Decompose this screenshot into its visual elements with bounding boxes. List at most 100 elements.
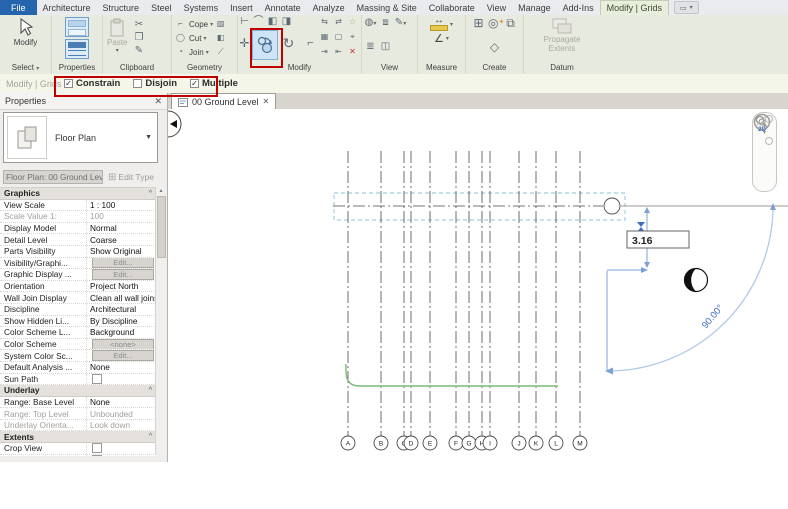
copy-to-clipboard-icon[interactable]: ❐ xyxy=(132,32,145,44)
green-model-line[interactable] xyxy=(346,364,558,386)
property-value[interactable]: Background xyxy=(86,327,156,338)
navbar-handle-icon[interactable] xyxy=(765,137,773,145)
measure-between-refs-button[interactable]: ↔ ▾ xyxy=(430,17,453,31)
close-icon[interactable]: ✕ xyxy=(154,96,162,107)
ribbon-tab-view[interactable]: View xyxy=(481,0,512,15)
ribbon-tab-collaborate[interactable]: Collaborate xyxy=(423,0,481,15)
option-multiple[interactable]: ✓Multiple xyxy=(190,78,238,89)
view-tab-ground-level[interactable]: 00 Ground Level ✕ xyxy=(171,93,276,109)
create-assembly-icon[interactable]: ⧉ xyxy=(504,17,517,29)
type-selector[interactable]: Floor Plan ▼ xyxy=(3,112,158,163)
option-constrain[interactable]: ✓Constrain xyxy=(64,78,120,89)
rotate-tool-button-active[interactable] xyxy=(252,30,278,60)
type-properties-button[interactable] xyxy=(65,39,89,59)
property-value[interactable]: Clean all wall joins xyxy=(86,292,156,303)
match-type-icon[interactable]: ✎ xyxy=(132,45,145,57)
ribbon-tab-annotate[interactable]: Annotate xyxy=(259,0,307,15)
property-value[interactable]: None xyxy=(86,362,156,373)
property-value[interactable]: By Discipline xyxy=(86,316,156,327)
pin-icon[interactable]: ⌖ xyxy=(346,31,359,43)
split-with-gap-icon[interactable]: ⇄ xyxy=(332,16,345,28)
panel-select-label[interactable]: Select ▾ xyxy=(0,62,51,74)
trim-extend-multiple-icon[interactable]: ⇤ xyxy=(332,46,345,58)
edit-type-button[interactable]: ⊞ Edit Type xyxy=(108,172,154,183)
ribbon-tab-architecture[interactable]: Architecture xyxy=(37,0,97,15)
ribbon-tab-massing-site[interactable]: Massing & Site xyxy=(351,0,423,15)
temporary-hide-isolate-icon[interactable]: ◍▾ xyxy=(364,17,377,29)
ribbon-tab-insert[interactable]: Insert xyxy=(224,0,259,15)
modify-tool-button[interactable]: Modify xyxy=(12,17,40,48)
property-value[interactable]: None xyxy=(86,397,156,408)
paste-button[interactable]: Paste ▾ xyxy=(105,17,129,57)
property-button[interactable]: Edit... xyxy=(92,350,154,361)
pan-zoom-icon[interactable] xyxy=(753,113,770,130)
property-checkbox[interactable] xyxy=(92,374,102,384)
property-value[interactable]: Coarse xyxy=(86,234,156,245)
cut-to-clipboard-icon[interactable]: ✂ xyxy=(132,19,145,31)
trim-extend-single-icon[interactable]: ⇥ xyxy=(318,46,331,58)
ribbon-tab-modify-grids[interactable]: Modify | Grids xyxy=(600,0,669,15)
section-underlay[interactable]: Underlay^ xyxy=(0,385,156,397)
property-checkbox[interactable] xyxy=(92,443,102,453)
split-element-icon[interactable]: ⇆ xyxy=(318,16,331,28)
section-graphics[interactable]: Graphics^ xyxy=(0,188,156,200)
ribbon-tab-manage[interactable]: Manage xyxy=(512,0,557,15)
align-tool-icon[interactable]: ⊢ xyxy=(238,16,251,28)
palette-collapse-handle[interactable] xyxy=(168,109,183,139)
property-checkbox[interactable] xyxy=(92,455,102,456)
mirror-pick-axis-icon[interactable]: ◧ xyxy=(266,16,279,28)
scale-icon[interactable]: ☆ xyxy=(346,16,359,28)
property-button[interactable]: Edit... xyxy=(92,269,154,280)
propagate-extents-button[interactable]: Propagate Extents xyxy=(534,17,590,53)
instance-selector[interactable]: Floor Plan: 00 Ground Lev∨ xyxy=(3,170,103,184)
ribbon-tab-systems[interactable]: Systems xyxy=(178,0,225,15)
ribbon-tab-add-ins[interactable]: Add-Ins xyxy=(557,0,600,15)
multiple-checkbox[interactable]: ✓ xyxy=(190,79,199,88)
disjoin-checkbox[interactable] xyxy=(133,79,142,88)
property-value[interactable] xyxy=(86,443,156,454)
wall-joins-icon[interactable]: ▨ xyxy=(214,18,227,30)
property-value[interactable]: Project North xyxy=(86,281,156,292)
array-icon[interactable]: ▦ xyxy=(318,31,331,43)
thin-lines-icon[interactable]: ✎▾ xyxy=(394,17,407,29)
property-value[interactable]: 1 : 100 xyxy=(86,200,156,211)
property-value[interactable]: Edit... xyxy=(86,258,156,269)
rotation-center-icon[interactable] xyxy=(685,269,708,292)
dimension-value[interactable]: 3.16 xyxy=(632,235,653,247)
ribbon-display-toggle[interactable]: ▭▾ xyxy=(674,1,699,14)
property-button[interactable]: Edit... xyxy=(92,258,154,269)
demolish-icon[interactable]: ⟋ xyxy=(214,46,227,58)
section-extents[interactable]: Extents^ xyxy=(0,431,156,443)
drawing-canvas[interactable]: ABCDEFGHIJKLM 3.16 xyxy=(168,109,788,462)
trim-extend-corner-icon[interactable]: ⌐ xyxy=(304,37,317,49)
property-value[interactable]: Edit... xyxy=(86,269,156,280)
cut-geometry-button[interactable]: ◯Cut▾ xyxy=(174,31,213,45)
reset-view-icon[interactable]: ⧈ xyxy=(379,17,392,29)
option-disjoin[interactable]: Disjoin xyxy=(133,78,177,89)
beam-joins-icon[interactable]: ◧ xyxy=(214,32,227,44)
ribbon-tab-structure[interactable]: Structure xyxy=(97,0,146,15)
override-graphics-icon[interactable]: ≣ xyxy=(364,41,377,53)
property-value[interactable]: Show Original xyxy=(86,246,156,257)
ribbon-tab-steel[interactable]: Steel xyxy=(145,0,178,15)
join-geometry-button[interactable]: ◔Join▾ xyxy=(174,45,213,59)
copy-icon[interactable]: ▢ xyxy=(332,31,345,43)
mirror-draw-axis-icon[interactable]: ◨ xyxy=(280,16,293,28)
property-button[interactable]: <none> xyxy=(92,339,154,350)
properties-scrollbar[interactable]: ▴ xyxy=(155,187,166,455)
measure-angle-button[interactable]: ∠ ▾ xyxy=(434,32,449,45)
hide-elements-icon[interactable]: ◫ xyxy=(379,41,392,53)
property-value[interactable] xyxy=(86,455,156,456)
property-value[interactable]: Edit... xyxy=(86,350,156,361)
delete-icon[interactable]: ✕ xyxy=(346,46,359,58)
property-value[interactable]: Architectural xyxy=(86,304,156,315)
offset-tool-icon[interactable]: ⌒ xyxy=(252,16,265,28)
close-icon[interactable]: ✕ xyxy=(263,97,270,106)
create-parts-icon[interactable]: ◇ xyxy=(488,41,501,53)
constrain-checkbox[interactable]: ✓ xyxy=(64,79,73,88)
ribbon-tab-file[interactable]: File xyxy=(0,0,37,15)
ribbon-tab-analyze[interactable]: Analyze xyxy=(307,0,351,15)
properties-palette-button[interactable] xyxy=(65,17,89,37)
move-tool-icon[interactable]: ✛ xyxy=(238,37,251,49)
property-value[interactable]: <none> xyxy=(86,339,156,350)
